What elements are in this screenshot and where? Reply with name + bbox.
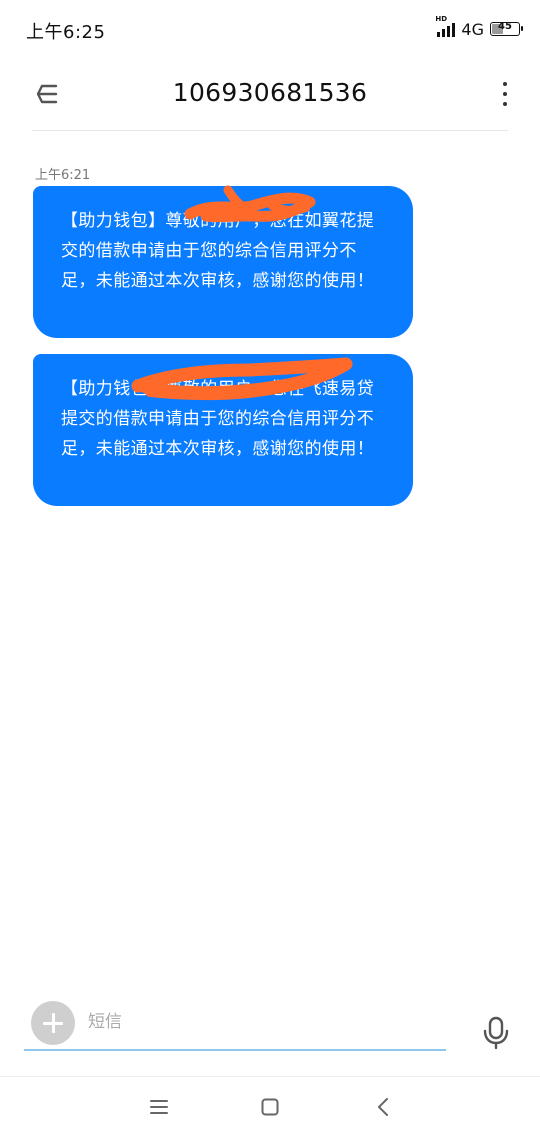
nav-home-button[interactable] [257,1095,283,1119]
menu-icon [150,1100,168,1114]
message-bubble[interactable]: 【助力钱包】尊敬的用户，您在如翼花提交的借款申请由于您的综合信用评分不足，未能通… [33,186,413,338]
input-underline [24,1049,446,1051]
message-text: 【助力钱包】尊敬的用户，您在如翼花提交的借款申请由于您的综合信用评分不足，未能通… [61,211,375,291]
network-type: 4G [461,19,484,39]
status-time: 上午6:25 [26,22,106,43]
status-bar: 上午6:25 HD 4G 45 [0,0,540,56]
battery-icon: 45 [490,21,523,36]
message-composer [0,996,540,1060]
status-icons: HD 4G 45 [435,15,523,40]
more-options-button[interactable] [498,80,512,110]
voice-input-button[interactable] [480,1016,512,1050]
system-nav-bar [0,1077,540,1140]
nav-menu-button[interactable] [146,1095,172,1119]
hd-label: HD [435,15,448,23]
message-timestamp: 上午6:21 [35,168,91,183]
add-attachment-button[interactable] [31,1001,75,1045]
message-input[interactable] [88,1006,438,1038]
microphone-icon [483,1016,509,1050]
conversation-header: 106930681536 [0,56,540,132]
nav-back-button[interactable] [371,1095,397,1119]
header-divider [32,130,508,131]
home-square-icon [261,1098,279,1116]
message-text: 【助力钱包】尊敬的用户，您在飞速易贷提交的借款申请由于您的综合信用评分不足，未能… [61,379,375,459]
contact-number: 106930681536 [172,78,368,107]
battery-level: 45 [498,21,512,32]
message-bubble[interactable]: 【助力钱包】尊敬的用户，您在飞速易贷提交的借款申请由于您的综合信用评分不足，未能… [33,354,413,506]
back-chevron-icon [378,1098,388,1116]
signal-icon: HD [435,15,456,37]
